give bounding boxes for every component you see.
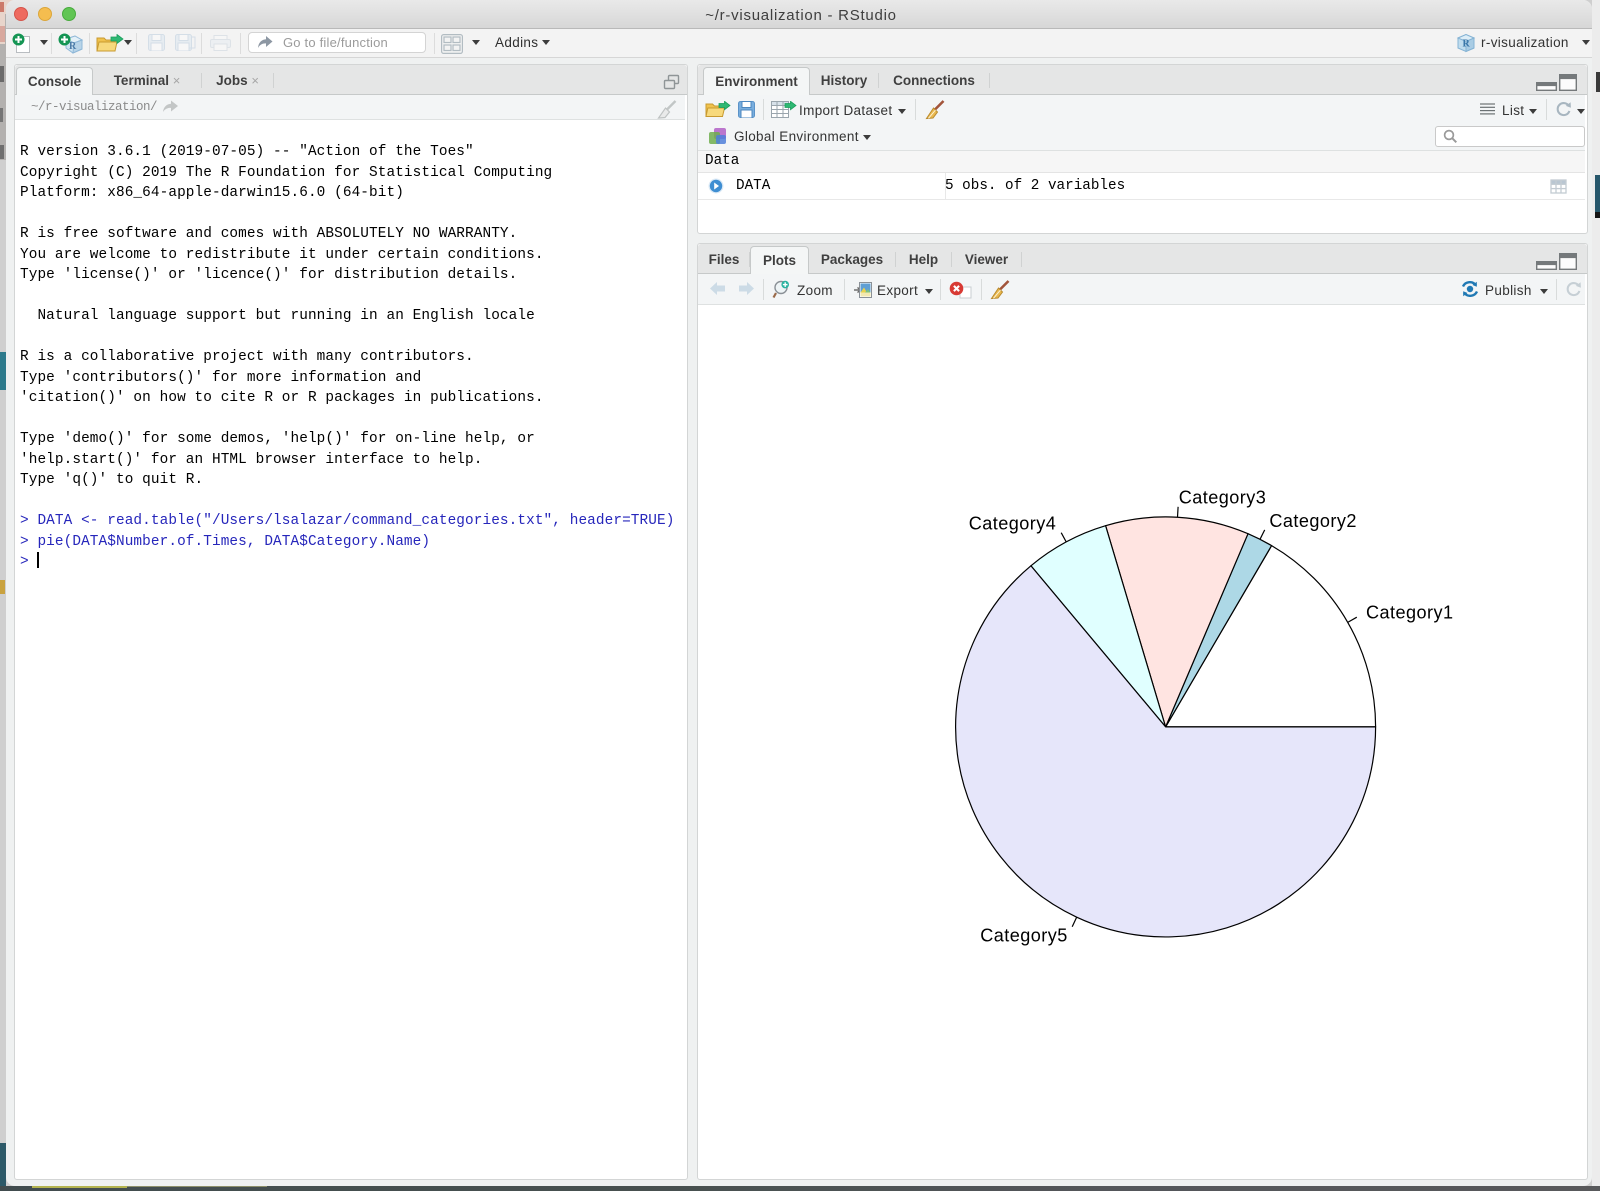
svg-text:Category3: Category3 — [1179, 488, 1267, 508]
svg-text:Category2: Category2 — [1269, 511, 1357, 531]
svg-text:R: R — [1463, 39, 1471, 50]
svg-text:Category5: Category5 — [980, 926, 1068, 946]
svg-text:R: R — [69, 41, 77, 52]
svg-text:Category4: Category4 — [969, 513, 1057, 533]
svg-text:Category1: Category1 — [1366, 602, 1454, 622]
